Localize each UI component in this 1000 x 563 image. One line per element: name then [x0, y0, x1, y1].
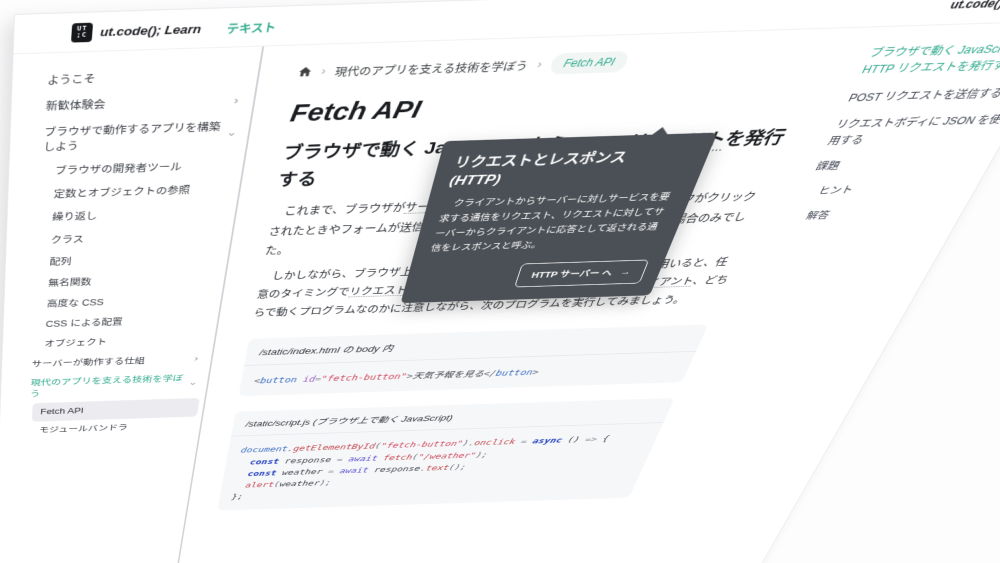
- chevron-right-icon: ›: [233, 93, 240, 109]
- code-token: fetch: [382, 452, 413, 461]
- glossary-term[interactable]: リクエスト: [348, 285, 408, 298]
- code-token: const: [249, 457, 280, 466]
- code-token: };: [231, 493, 244, 501]
- sidebar-item-label: オブジェクト: [44, 336, 107, 350]
- code-token: weather: [279, 479, 321, 488]
- page-layout: ようこそ新歓体験会›ブラウザで動作するアプリを構築しよう›ブラウザの開発者ツール…: [0, 21, 1000, 563]
- sidebar-item-label: ようこそ: [47, 71, 96, 88]
- sidebar-item-label: 高度な CSS: [47, 296, 105, 310]
- code-token: );: [319, 478, 332, 486]
- breadcrumb-section-link[interactable]: 現代のアプリを支える技術を学ぼう: [334, 56, 531, 79]
- page-title: Fetch API: [288, 83, 819, 128]
- code-token: "fetch-button": [320, 371, 408, 383]
- toc-item[interactable]: ヒント: [815, 180, 972, 200]
- sidebar-item-label: サーバーが動作する仕組: [31, 355, 145, 370]
- external-link-label: ut.code();: [948, 0, 1000, 11]
- sidebar-item-label: CSS による配置: [45, 316, 123, 330]
- logo-text-bottom: ;C: [76, 32, 87, 39]
- paragraph-text: これまで、ブラウザが: [284, 202, 407, 217]
- toc-item[interactable]: 課題: [813, 154, 987, 174]
- code-token: await: [339, 466, 370, 475]
- code-token: response: [278, 455, 338, 465]
- sidebar-item-label: 新歓体験会: [45, 97, 106, 114]
- toc-item[interactable]: POST リクエストを送信する: [845, 85, 1000, 107]
- chevron-right-icon: ›: [193, 353, 198, 365]
- code-token: button: [494, 367, 534, 377]
- breadcrumb: › 現代のアプリを支える技術を学ぼう › Fetch API: [296, 44, 836, 82]
- code-token: await: [348, 454, 379, 463]
- code-token: weather: [276, 467, 330, 477]
- code-token: document: [240, 444, 288, 454]
- breadcrumb-current-pill[interactable]: Fetch API: [548, 51, 631, 75]
- code-card-script-js: /static/script.js (ブラウザ上で動く JavaScript) …: [217, 398, 674, 510]
- code-token: "/weather": [417, 450, 478, 460]
- sidebar-item[interactable]: ブラウザで動作するアプリを構築しよう›: [34, 114, 246, 160]
- breadcrumb-separator: ›: [536, 58, 544, 70]
- code-block-js: document.getElementById("fetch-button").…: [217, 423, 663, 510]
- code-token: >: [531, 367, 541, 377]
- sidebar-item-label: ブラウザで動作するアプリを構築しよう: [43, 119, 223, 154]
- docs-page: UT ;C ut.code(); Learn テキスト ut.code(); よ…: [0, 0, 1000, 563]
- code-token: async: [531, 436, 564, 445]
- brand-link[interactable]: ut.code(); Learn: [100, 22, 202, 39]
- chevron-down-icon: ›: [222, 132, 240, 136]
- sidebar-item-label: 定数とオブジェクトの参照: [53, 183, 191, 201]
- sidebar-item-label: 繰り返し: [52, 210, 98, 225]
- code-token: 天気予報を見る: [412, 369, 486, 381]
- sidebar-item-label: ブラウザの開発者ツール: [55, 160, 183, 178]
- sidebar-item-label: クラス: [50, 232, 84, 246]
- sidebar-item-label: 配列: [49, 255, 72, 269]
- code-token: getElementById: [292, 442, 376, 453]
- code-token: );: [475, 450, 490, 459]
- code-token: "fetch-button": [380, 439, 464, 450]
- sidebar-item-label: 現代のアプリを支える技術を学ぼう: [30, 373, 186, 400]
- utcode-logo-icon[interactable]: UT ;C: [71, 22, 93, 42]
- code-token: response: [367, 464, 421, 474]
- code-token: onclick: [473, 437, 517, 447]
- http-server-button-label: HTTP サーバー へ: [530, 267, 615, 281]
- tooltip-button-row: HTTP サーバー へ →: [419, 260, 649, 291]
- toc-item[interactable]: 解答: [803, 204, 958, 223]
- code-token: const: [247, 469, 277, 478]
- http-server-button[interactable]: HTTP サーバー へ →: [514, 260, 649, 288]
- code-token: alert: [245, 480, 275, 489]
- sidebar-item-label: Fetch API: [40, 405, 84, 417]
- tooltip-body: クライアントからサーバーに対しサービスを要求する通信をリクエスト、リクエストに対…: [429, 189, 678, 256]
- chevron-down-icon: ›: [184, 382, 200, 385]
- breadcrumb-separator: ›: [320, 65, 326, 77]
- code-card-index-html: /static/index.html の body 内 <button id="…: [238, 325, 708, 397]
- arrow-right-icon: →: [619, 268, 632, 277]
- home-icon[interactable]: [297, 65, 313, 78]
- sidebar-item-label: 無名関数: [48, 276, 92, 290]
- nav-link-text[interactable]: テキスト: [226, 17, 278, 36]
- code-token: button: [259, 375, 298, 385]
- scene: UT ;C ut.code(); Learn テキスト ut.code(); よ…: [0, 0, 1000, 563]
- external-utcode-link[interactable]: ut.code();: [948, 0, 1000, 11]
- code-token: ();: [448, 463, 468, 472]
- toc-item[interactable]: ブラウザで動く JavaScript から HTTP リクエストを発行する: [858, 39, 1000, 79]
- toc-item[interactable]: リクエストボディに JSON を使用する: [825, 112, 1000, 149]
- code-token: {: [595, 434, 610, 443]
- sidebar-item-label: モジュールバンドラ: [39, 422, 129, 435]
